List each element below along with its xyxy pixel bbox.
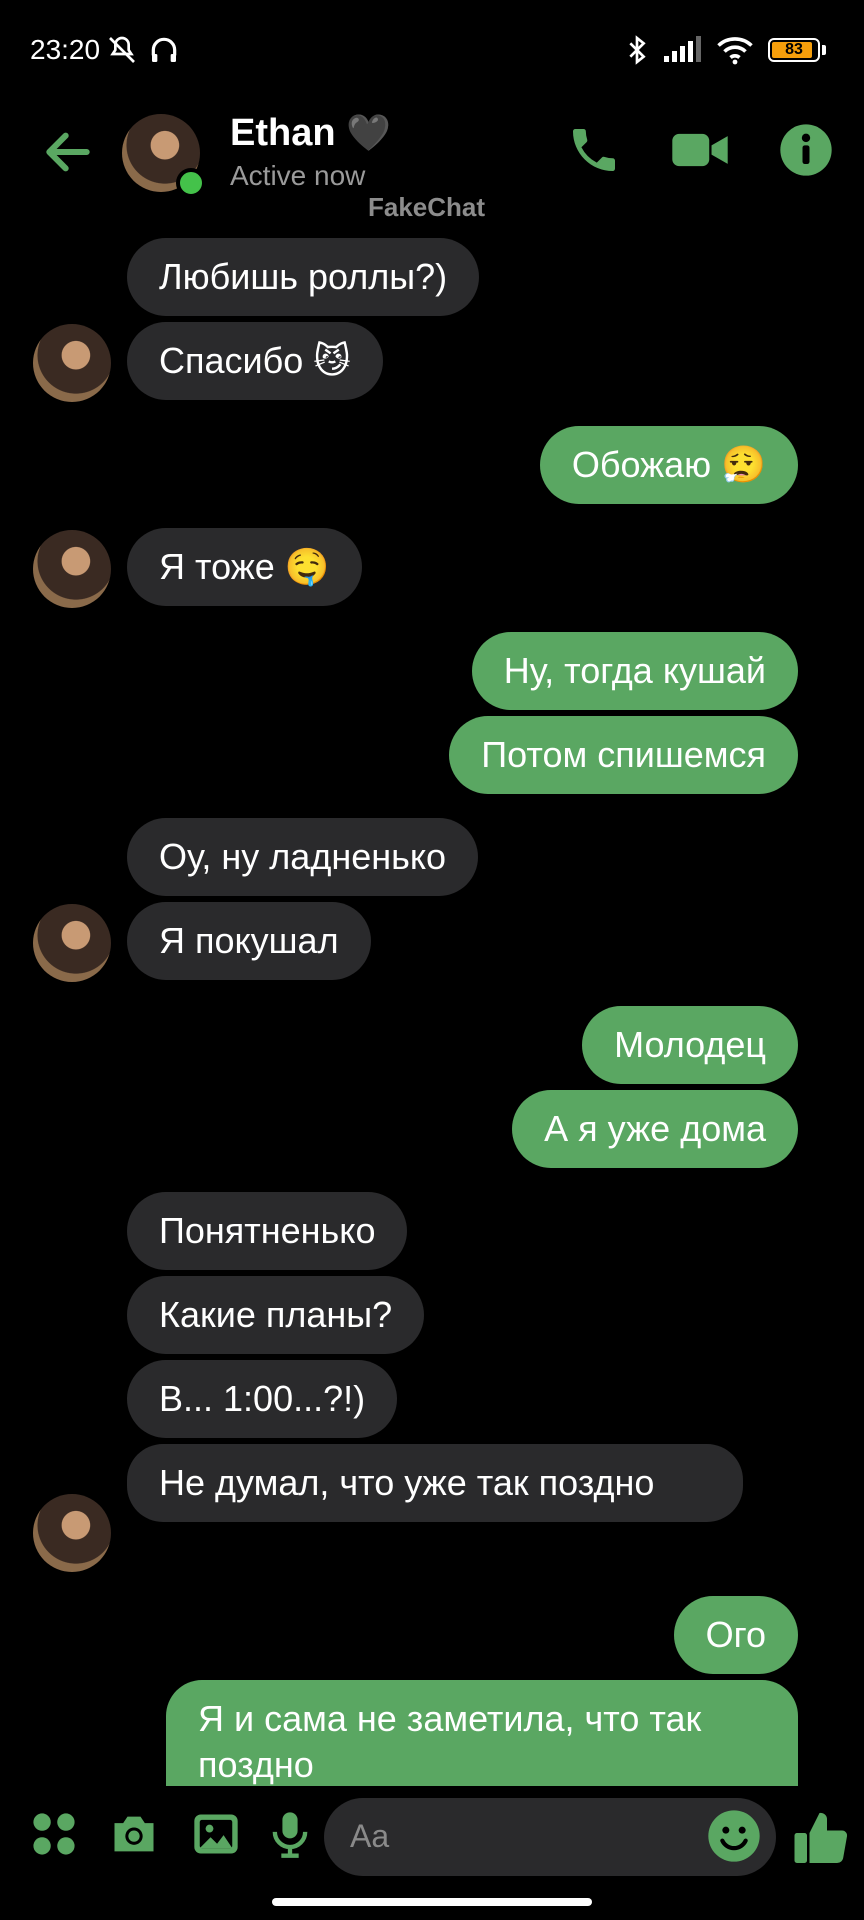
battery-tip: [822, 45, 826, 55]
incoming-message[interactable]: Не думал, что уже так поздно: [127, 1444, 743, 1522]
message-text: Я тоже 🤤: [159, 546, 330, 587]
headphones-icon: [151, 37, 177, 62]
message-text: Ого: [705, 1614, 766, 1655]
contact-avatar-small[interactable]: [33, 1494, 111, 1572]
online-indicator: [176, 168, 206, 198]
status-icons-left: [106, 34, 180, 66]
message-text: Спасибо 😼: [159, 340, 351, 381]
incoming-message[interactable]: В... 1:00...?!): [127, 1360, 398, 1438]
phone-icon[interactable]: [566, 122, 622, 178]
thumbs-up-icon[interactable]: [792, 1808, 852, 1868]
message-text: Обожаю 😮‍💨: [571, 444, 766, 485]
back-arrow-icon[interactable]: [40, 124, 96, 180]
watermark: FakeChat: [368, 192, 486, 222]
status-time: 23:20: [30, 34, 101, 65]
message-text: Потом спишемся: [481, 734, 766, 775]
battery-level: 83: [785, 41, 803, 58]
message-text: Какие планы?: [159, 1294, 393, 1335]
signal-icon: [664, 36, 701, 62]
message-text: Молодец: [614, 1024, 766, 1065]
outgoing-message[interactable]: Ого: [673, 1596, 798, 1674]
muted-bell-icon: [109, 36, 135, 63]
camera-icon[interactable]: [108, 1808, 160, 1860]
outgoing-message[interactable]: Ну, тогда кушай: [471, 632, 798, 710]
video-icon[interactable]: [670, 122, 730, 178]
battery-icon: 83: [768, 38, 820, 62]
wifi-icon: [717, 37, 753, 65]
message-text: Не думал, что уже так поздно: [159, 1462, 655, 1503]
incoming-message[interactable]: Понятненько: [127, 1192, 408, 1270]
name-emoji: 🖤: [346, 112, 391, 153]
contact-avatar-small[interactable]: [33, 324, 111, 402]
message-text: Любишь роллы?): [159, 256, 448, 297]
info-icon[interactable]: [778, 122, 834, 178]
message-text: А я уже дома: [544, 1108, 766, 1149]
apps-icon[interactable]: [28, 1808, 80, 1860]
outgoing-message[interactable]: А я уже дома: [512, 1090, 798, 1168]
outgoing-message[interactable]: Я и сама не заметила, что так поздно: [166, 1680, 798, 1790]
contact-avatar-small[interactable]: [33, 904, 111, 982]
message-input-placeholder: Aa: [350, 1818, 390, 1854]
contact-avatar-small[interactable]: [33, 530, 111, 608]
contact-name[interactable]: Ethan: [230, 112, 336, 155]
status-icons-right: 83: [626, 34, 826, 66]
bluetooth-icon: [629, 35, 646, 65]
message-text: Оу, ну ладненько: [159, 836, 447, 877]
message-text: Я покушал: [159, 920, 339, 961]
incoming-message[interactable]: Спасибо 😼: [127, 322, 383, 400]
outgoing-message[interactable]: Молодец: [582, 1006, 798, 1084]
message-text: Ну, тогда кушай: [503, 650, 766, 691]
status-bar: 23:20 83: [0, 0, 864, 100]
mic-icon[interactable]: [264, 1808, 316, 1860]
emoji-icon[interactable]: [706, 1808, 762, 1864]
message-text: В... 1:00...?!): [159, 1378, 366, 1419]
message-text: Понятненько: [159, 1210, 376, 1251]
message-text: Я и сама не заметила, что так поздно: [198, 1698, 702, 1785]
contact-status: Active now: [230, 160, 366, 191]
home-indicator[interactable]: [272, 1898, 592, 1906]
incoming-message[interactable]: Оу, ну ладненько: [127, 818, 479, 896]
gallery-icon[interactable]: [190, 1808, 242, 1860]
outgoing-message[interactable]: Потом спишемся: [449, 716, 798, 794]
incoming-message[interactable]: Я покушал: [127, 902, 371, 980]
incoming-message[interactable]: Какие планы?: [127, 1276, 425, 1354]
outgoing-message[interactable]: Обожаю 😮‍💨: [539, 426, 798, 504]
incoming-message[interactable]: Я тоже 🤤: [127, 528, 362, 606]
incoming-message[interactable]: Любишь роллы?): [127, 238, 480, 316]
